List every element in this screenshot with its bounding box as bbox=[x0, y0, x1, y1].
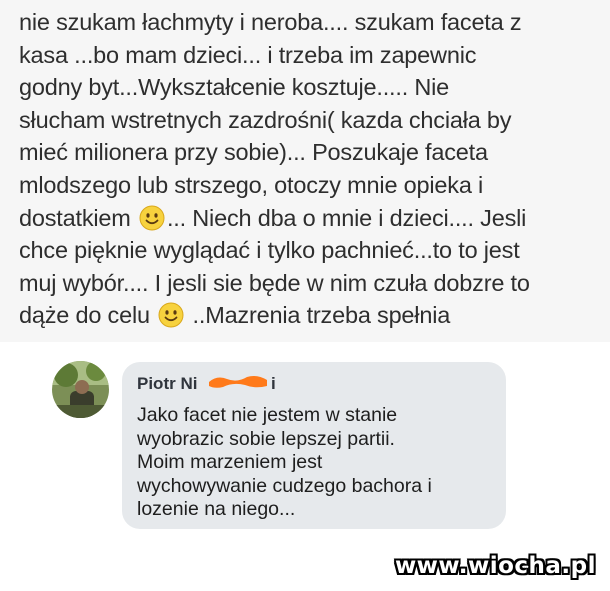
post-line: dostatkiem bbox=[19, 204, 137, 231]
post-line: nie szukam łachmyty i neroba.... szukam … bbox=[19, 9, 522, 35]
watermark: www.wiocha.pl bbox=[394, 553, 596, 579]
redaction-mark bbox=[209, 376, 267, 388]
author-name-start: Piotr Ni bbox=[137, 374, 198, 393]
post-line: muj wybór.... I jesli sie będe w nim czu… bbox=[19, 269, 530, 296]
author-name-end: i bbox=[271, 374, 276, 393]
post-line: mlodszego lub strszego, otoczy mnie opie… bbox=[19, 171, 484, 198]
post-line: kasa ...bo mam dzieci... i trzeba im zap… bbox=[19, 41, 477, 68]
post-line: dąże do celu bbox=[19, 302, 157, 329]
comment-text: Jako facet nie jestem w stanie wyobrazic… bbox=[137, 404, 432, 520]
comment-author[interactable]: Piotr Ni i bbox=[137, 372, 492, 396]
smiley-icon bbox=[139, 205, 165, 231]
post-text-block: nie szukam łachmyty i neroba.... szukam … bbox=[0, 0, 610, 342]
comment-bubble: Piotr Ni i Jako facet nie jestem w stani… bbox=[122, 362, 506, 529]
post-body: nie szukam łachmyty i neroba.... szukam … bbox=[19, 6, 598, 332]
post-line: ... Niech dba o mnie i dzieci.... Jesli bbox=[166, 204, 527, 231]
post-line: chce pięknie wyglądać i tylko pachnieć..… bbox=[19, 237, 520, 264]
post-line: ..Mazrenia trzeba spełnia bbox=[186, 302, 451, 329]
avatar-photo bbox=[52, 361, 109, 418]
post-line: godny byt...Wykształcenie kosztuje..... … bbox=[19, 74, 450, 101]
smiley-icon bbox=[158, 302, 184, 328]
post-line: mieć milionera przy sobie)... Poszukaje … bbox=[19, 139, 488, 166]
post-line: słucham wstretnych zazdrośni( kazda chci… bbox=[19, 106, 512, 133]
avatar[interactable] bbox=[52, 361, 109, 418]
